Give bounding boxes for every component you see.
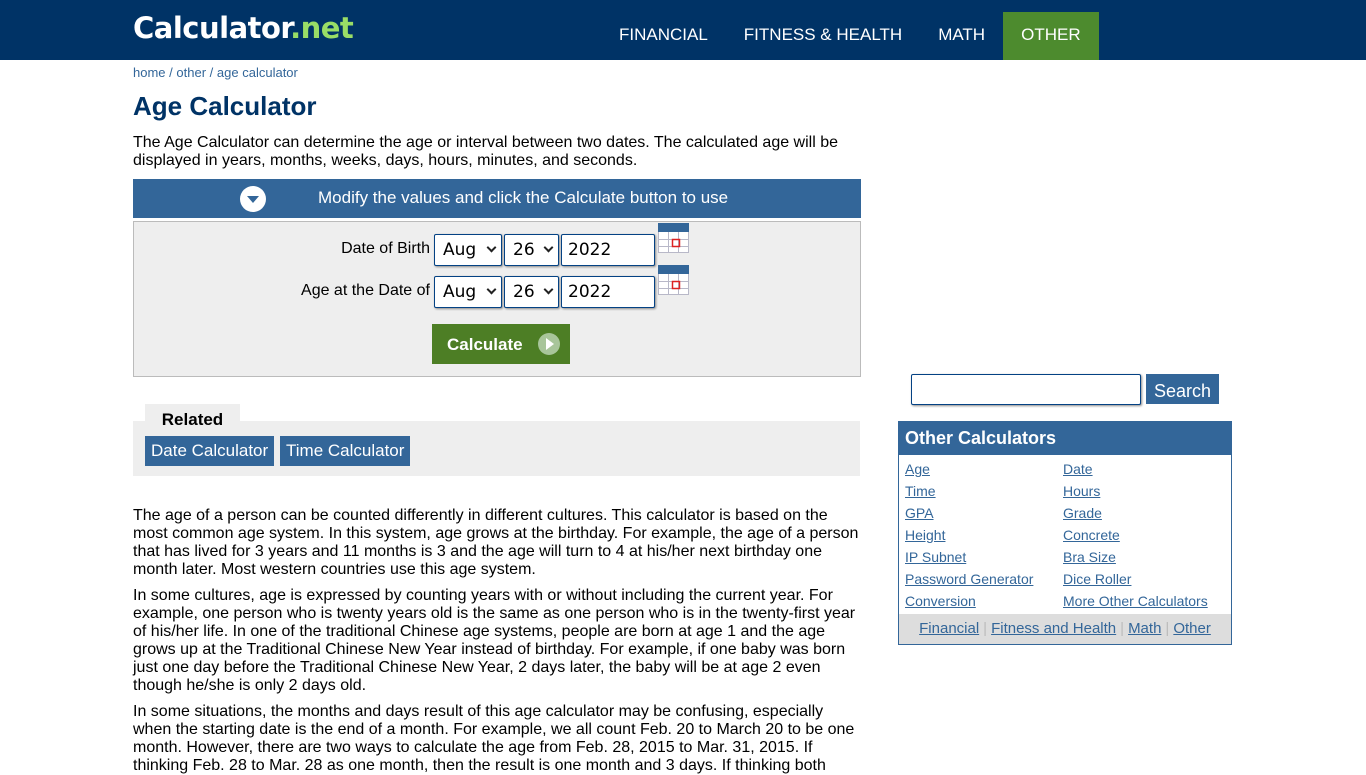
nav-financial[interactable]: FINANCIAL — [601, 12, 726, 60]
footer-separator: | — [1120, 620, 1125, 637]
birth-month-value: Aug — [443, 240, 477, 260]
other-calculators-title: Other Calculators — [899, 422, 1231, 455]
link-bra-size[interactable]: Bra Size — [1063, 549, 1116, 565]
birth-day-value: 26 — [513, 240, 535, 260]
link-concrete[interactable]: Concrete — [1063, 527, 1120, 543]
footer-link-math[interactable]: Math — [1128, 620, 1161, 637]
top-nav: FINANCIAL FITNESS & HEALTH MATH OTHER — [601, 12, 1099, 60]
calendar-icon[interactable] — [658, 265, 689, 295]
chevron-down-icon — [543, 284, 554, 295]
chevron-down-circle-icon[interactable] — [240, 186, 266, 212]
chevron-down-icon — [486, 284, 497, 295]
footer-separator: | — [1165, 620, 1170, 637]
breadcrumb: home / other / age calculator — [133, 65, 298, 80]
calculate-button[interactable]: Calculate — [432, 324, 570, 364]
related-heading: Related — [145, 404, 240, 429]
breadcrumb-other[interactable]: other — [176, 65, 206, 80]
article-paragraph: In some situations, the months and days … — [133, 703, 855, 774]
link-conversion[interactable]: Conversion — [905, 593, 976, 609]
target-day-select[interactable]: 26 — [504, 276, 559, 308]
date-of-birth-label: Date of Birth — [341, 240, 430, 257]
search-input[interactable] — [911, 374, 1141, 405]
category-footer: Financial | Fitness and Health | Math | Other — [899, 614, 1231, 644]
link-time[interactable]: Time — [905, 483, 936, 499]
date-of-birth-row: Date of Birth Aug 26 2022 — [134, 223, 860, 266]
age-at-date-label: Age at the Date of — [301, 282, 430, 299]
birth-year-input[interactable]: 2022 — [561, 234, 655, 266]
link-gpa[interactable]: GPA — [905, 505, 934, 521]
calculate-label: Calculate — [447, 335, 523, 354]
nav-fitness-health[interactable]: FITNESS & HEALTH — [726, 12, 920, 60]
chevron-down-icon — [486, 242, 497, 253]
footer-link-fitness-health[interactable]: Fitness and Health — [991, 620, 1116, 637]
link-password-generator[interactable]: Password Generator — [905, 571, 1033, 587]
target-month-value: Aug — [443, 282, 477, 302]
birth-month-select[interactable]: Aug — [434, 234, 502, 266]
related-time-calculator[interactable]: Time Calculator — [280, 436, 411, 466]
target-month-select[interactable]: Aug — [434, 276, 502, 308]
play-arrow-icon — [538, 333, 560, 355]
article-paragraph: In some cultures, age is expressed by co… — [133, 587, 856, 694]
footer-separator: | — [983, 620, 988, 637]
link-dice-roller[interactable]: Dice Roller — [1063, 571, 1131, 587]
panel-header-label: Modify the values and click the Calculat… — [318, 188, 729, 207]
other-calculators-box: Other Calculators Age Time GPA Height IP… — [898, 421, 1232, 645]
nav-other[interactable]: OTHER — [1003, 12, 1099, 60]
calculator-form: Date of Birth Aug 26 2022 Age at the Dat… — [133, 221, 861, 377]
breadcrumb-separator: / — [169, 65, 173, 80]
link-age[interactable]: Age — [905, 461, 930, 477]
target-day-value: 26 — [513, 282, 535, 302]
panel-header: Modify the values and click the Calculat… — [133, 179, 861, 218]
site-logo[interactable]: Calculator.net — [133, 10, 354, 46]
logo-suffix: .net — [290, 11, 354, 45]
breadcrumb-age-calculator[interactable]: age calculator — [217, 65, 298, 80]
breadcrumb-separator: / — [209, 65, 214, 80]
page-title: Age Calculator — [133, 91, 317, 121]
link-height[interactable]: Height — [905, 527, 945, 543]
link-grade[interactable]: Grade — [1063, 505, 1102, 521]
intro-text: The Age Calculator can determine the age… — [133, 134, 839, 169]
article-paragraph: The age of a person can be counted diffe… — [133, 507, 859, 578]
logo-text: Calculator — [133, 11, 291, 45]
calendar-icon[interactable] — [658, 223, 689, 253]
link-ip-subnet[interactable]: IP Subnet — [905, 549, 966, 565]
link-more-other-calculators[interactable]: More Other Calculators — [1063, 593, 1208, 609]
breadcrumb-home[interactable]: home — [133, 65, 166, 80]
link-hours[interactable]: Hours — [1063, 483, 1100, 499]
birth-day-select[interactable]: 26 — [504, 234, 559, 266]
top-bar: Calculator.net FINANCIAL FITNESS & HEALT… — [0, 0, 1366, 60]
age-at-date-row: Age at the Date of Aug 26 2022 — [134, 265, 860, 308]
related-box: Date Calculator Time Calculator — [133, 421, 860, 476]
footer-link-other[interactable]: Other — [1173, 620, 1211, 637]
target-year-input[interactable]: 2022 — [561, 276, 655, 308]
related-date-calculator[interactable]: Date Calculator — [145, 436, 275, 466]
link-date[interactable]: Date — [1063, 461, 1093, 477]
chevron-down-icon — [543, 242, 554, 253]
footer-link-financial[interactable]: Financial — [919, 620, 979, 637]
nav-math[interactable]: MATH — [920, 12, 1003, 60]
search-button[interactable]: Search — [1146, 374, 1219, 404]
